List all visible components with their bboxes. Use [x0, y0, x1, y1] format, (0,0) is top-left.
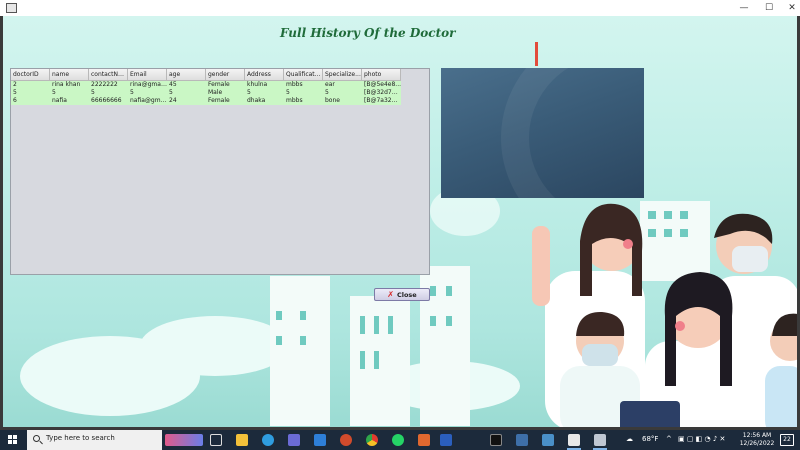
- cloud-decoration: [20, 336, 200, 416]
- table-row[interactable]: 2 rina khan 2222222 rina@gmai... 45 Fema…: [11, 81, 401, 89]
- tray-icons[interactable]: ▣ ▢ ◧ ◔ ♪ ✕: [678, 435, 725, 443]
- tray-chevron-icon[interactable]: ^: [666, 435, 672, 443]
- table-row[interactable]: 6 nafia 66666666 nafia@gm... 24 Female d…: [11, 97, 401, 105]
- building-decoration: [270, 276, 330, 426]
- column-header-email[interactable]: Email: [128, 69, 167, 81]
- weather-temp[interactable]: 68°F: [642, 435, 658, 443]
- table-cell[interactable]: rina khan: [50, 81, 89, 89]
- clock-date: 12/26/2022: [739, 440, 775, 447]
- table-cell[interactable]: 5: [128, 89, 167, 97]
- table-header: doctorID name contactNu... Email age gen…: [11, 69, 401, 81]
- table-cell[interactable]: [B@5e4e8...: [362, 81, 401, 89]
- app-window-icon: [6, 3, 17, 13]
- table-cell[interactable]: 2222222: [89, 81, 128, 89]
- table-cell[interactable]: 2: [11, 81, 50, 89]
- table-cell[interactable]: 5: [89, 89, 128, 97]
- table-row[interactable]: 5 5 5 5 5 Male 5 5 5 [B@32d78...: [11, 89, 401, 97]
- close-button-label: Close: [396, 290, 417, 299]
- table-cell[interactable]: dhaka: [245, 97, 284, 105]
- table-cell[interactable]: mbbs: [284, 97, 323, 105]
- table-body: 2 rina khan 2222222 rina@gmai... 45 Fema…: [11, 81, 401, 105]
- store-icon[interactable]: [288, 434, 300, 446]
- column-header-age[interactable]: age: [167, 69, 206, 81]
- news-widget-icon[interactable]: [165, 434, 203, 446]
- column-header-qualification[interactable]: Qualificatio...: [284, 69, 323, 81]
- table-cell[interactable]: 6: [11, 97, 50, 105]
- minimize-button[interactable]: —: [730, 0, 758, 16]
- file-explorer-icon[interactable]: [236, 434, 248, 446]
- window-titlebar: — ☐ ✕: [0, 0, 800, 16]
- whatsapp-icon[interactable]: [392, 434, 404, 446]
- task-view-icon[interactable]: [210, 434, 222, 446]
- taskbar: Type here to search ☁ 68°F ^ ▣ ▢ ◧ ◔ ♪ ✕…: [0, 430, 800, 450]
- search-placeholder: Type here to search: [46, 434, 115, 442]
- photos-icon[interactable]: [542, 434, 554, 446]
- table-cell[interactable]: rina@gmai...: [128, 81, 167, 89]
- table-cell[interactable]: 5: [245, 89, 284, 97]
- page-title: Full History Of the Doctor: [280, 26, 456, 40]
- java-app-icon[interactable]: [594, 434, 606, 446]
- close-button[interactable]: ✗ Close: [374, 288, 430, 301]
- window-close-button[interactable]: ✕: [778, 0, 800, 16]
- chrome-icon[interactable]: [366, 434, 378, 446]
- table-cell[interactable]: Female: [206, 97, 245, 105]
- column-header-photo[interactable]: photo: [362, 69, 401, 81]
- windows-start-icon[interactable]: [8, 435, 18, 445]
- doctor-history-table[interactable]: doctorID name contactNu... Email age gen…: [10, 68, 430, 275]
- table-cell[interactable]: nafia: [50, 97, 89, 105]
- table-cell[interactable]: [B@7a323...: [362, 97, 401, 105]
- doctor-photo-panel: [441, 68, 644, 198]
- table-cell[interactable]: mbbs: [284, 81, 323, 89]
- taskbar-clock[interactable]: 12:56 AM 12/26/2022: [737, 432, 777, 448]
- edge-icon[interactable]: [262, 434, 274, 446]
- column-header-address[interactable]: Address: [245, 69, 284, 81]
- doctors-illustration: [532, 203, 800, 430]
- table-cell[interactable]: khulna: [245, 81, 284, 89]
- table-cell[interactable]: 66666666: [89, 97, 128, 105]
- close-x-icon: ✗: [387, 290, 394, 299]
- pin-decoration: [535, 42, 538, 66]
- table-cell[interactable]: 45: [167, 81, 206, 89]
- table-cell[interactable]: 5: [11, 89, 50, 97]
- table-cell[interactable]: 5: [50, 89, 89, 97]
- table-cell[interactable]: nafia@gm...: [128, 97, 167, 105]
- notification-badge[interactable]: 22: [780, 434, 794, 446]
- clock-time: 12:56 AM: [742, 432, 772, 439]
- table-cell[interactable]: ear: [323, 81, 362, 89]
- weather-icon[interactable]: ☁: [626, 435, 633, 443]
- taskbar-search-box[interactable]: Type here to search: [27, 430, 162, 450]
- table-cell[interactable]: 5: [167, 89, 206, 97]
- search-icon: [33, 435, 40, 442]
- java-icon[interactable]: [568, 434, 580, 446]
- table-cell[interactable]: [B@32d78...: [362, 89, 401, 97]
- table-cell[interactable]: 24: [167, 97, 206, 105]
- column-header-specialize[interactable]: Specialize...: [323, 69, 362, 81]
- column-header-contact[interactable]: contactNu...: [89, 69, 128, 81]
- table-cell[interactable]: bone: [323, 97, 362, 105]
- powerpoint-icon[interactable]: [340, 434, 352, 446]
- office-icon[interactable]: [418, 434, 430, 446]
- table-cell[interactable]: Male: [206, 89, 245, 97]
- terminal-icon[interactable]: [490, 434, 502, 446]
- mail-icon[interactable]: [314, 434, 326, 446]
- table-cell[interactable]: 5: [323, 89, 362, 97]
- table-cell[interactable]: 5: [284, 89, 323, 97]
- column-header-gender[interactable]: gender: [206, 69, 245, 81]
- column-header-name[interactable]: name: [50, 69, 89, 81]
- word-icon[interactable]: [440, 434, 452, 446]
- content-area: Full History Of the Doctor doctorID name…: [0, 16, 800, 430]
- table-cell[interactable]: Female: [206, 81, 245, 89]
- building-decoration: [350, 296, 410, 426]
- network-app-icon[interactable]: [516, 434, 528, 446]
- column-header-doctorid[interactable]: doctorID: [11, 69, 50, 81]
